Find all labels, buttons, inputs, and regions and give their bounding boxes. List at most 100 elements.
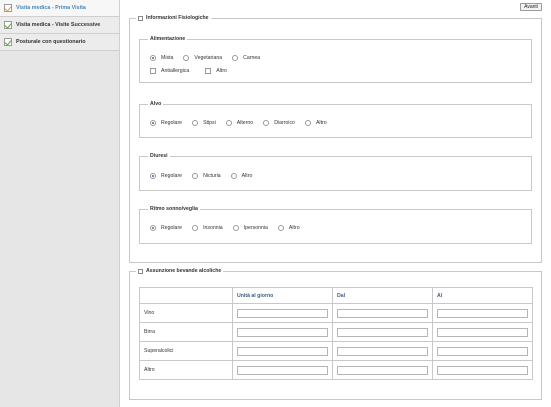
- radio-button[interactable]: [232, 225, 239, 231]
- collapse-toggle-icon[interactable]: [138, 268, 143, 274]
- next-button[interactable]: Avanti: [520, 3, 542, 11]
- alimentazione-legend: Alimentazione: [150, 36, 186, 42]
- sidebar-item-visite-successive[interactable]: Visita medica - Visite Successive: [0, 17, 119, 34]
- checkbox-antiallergica[interactable]: Antiallergica: [150, 68, 189, 74]
- table-header-row: Unità al giorno Dal Al: [139, 287, 533, 304]
- alimentazione-radio-row: Mista Vegetariana Carnea: [150, 55, 270, 61]
- column-header: Unità al giorno: [232, 287, 333, 304]
- sidebar-item-label: Posturale con questionario: [16, 39, 86, 45]
- radio-stipsi[interactable]: Stipsi: [192, 120, 216, 126]
- row-label: Altro: [139, 360, 233, 380]
- radio-button[interactable]: [277, 225, 284, 231]
- radio-button[interactable]: [304, 120, 311, 126]
- units-input[interactable]: [237, 308, 328, 318]
- to-input[interactable]: [437, 308, 528, 318]
- diuresi-legend: Diuresi: [150, 153, 168, 159]
- checkbox[interactable]: [150, 68, 156, 74]
- to-input[interactable]: [437, 346, 528, 356]
- radio-label: Altro: [315, 120, 327, 126]
- sonno-legend: Ritmo sonno/veglia: [150, 206, 198, 212]
- radio-label: Regolare: [161, 120, 183, 126]
- beverages-legend: Assunzione bevande alcoliche: [136, 268, 223, 274]
- radio-button[interactable]: [232, 55, 239, 61]
- to-input[interactable]: [437, 327, 528, 337]
- diuresi-radio-row: Regolare Nicturia Altro: [150, 173, 262, 179]
- table-cell: [332, 303, 433, 323]
- alimentazione-check-row: Antiallergica Altro: [150, 68, 237, 74]
- radio-diarroico[interactable]: Diarroico: [263, 120, 295, 126]
- radio-nicturia[interactable]: Nicturia: [192, 173, 221, 179]
- table-row: Superalcolici: [139, 341, 533, 361]
- sonno-radio-row: Regolare Insonnia Ipersonnia Altro: [150, 225, 310, 231]
- table-cell: [432, 303, 533, 323]
- radio-carnea[interactable]: Carnea: [232, 55, 260, 61]
- radio-button[interactable]: [225, 120, 232, 126]
- collapse-toggle-icon[interactable]: [138, 15, 143, 21]
- row-label: Vino: [139, 303, 233, 323]
- radio-button[interactable]: [150, 225, 156, 231]
- table-cell: [232, 303, 333, 323]
- sidebar: Visita medica - Prima Visita Visita medi…: [0, 0, 120, 407]
- table-cell: [432, 341, 533, 361]
- radio-button[interactable]: [183, 55, 190, 61]
- from-input[interactable]: [337, 327, 428, 337]
- radio-label: Alterno: [236, 120, 254, 126]
- radio-label: Nicturia: [203, 173, 221, 179]
- radio-regolare[interactable]: Regolare: [150, 225, 182, 231]
- alvo-legend: Alvo: [150, 101, 162, 107]
- radio-button[interactable]: [150, 173, 156, 179]
- checkbox[interactable]: [205, 68, 212, 74]
- sidebar-item-prima-visita[interactable]: Visita medica - Prima Visita: [0, 0, 119, 17]
- radio-label: Altro: [241, 173, 253, 179]
- column-header: Dal: [332, 287, 433, 304]
- radio-regolare[interactable]: Regolare: [150, 173, 182, 179]
- table-row: Birra: [139, 322, 533, 342]
- table-cell: [332, 341, 433, 361]
- beverages-table: Unità al giorno Dal Al Vino Birra Supera…: [139, 287, 533, 380]
- table-cell: [232, 322, 333, 342]
- checkbox-label: Altro: [216, 68, 227, 74]
- radio-mista[interactable]: Mista: [150, 55, 173, 61]
- column-header-empty: [139, 287, 233, 304]
- radio-button[interactable]: [150, 55, 156, 61]
- radio-insonnia[interactable]: Insonnia: [192, 225, 223, 231]
- sidebar-item-posturale[interactable]: Posturale con questionario: [0, 34, 119, 51]
- table-cell: [332, 360, 433, 380]
- sidebar-item-label: Visita medica - Prima Visita: [16, 5, 86, 11]
- from-input[interactable]: [337, 346, 428, 356]
- row-label: Birra: [139, 322, 233, 342]
- table-cell: [232, 360, 333, 380]
- table-cell: [432, 322, 533, 342]
- units-input[interactable]: [237, 327, 328, 337]
- checkbox-label: Antiallergica: [161, 68, 190, 74]
- radio-regolare[interactable]: Regolare: [150, 120, 182, 126]
- radio-label: Altro: [288, 225, 300, 231]
- from-input[interactable]: [337, 308, 428, 318]
- radio-button[interactable]: [230, 173, 237, 179]
- radio-button[interactable]: [192, 120, 199, 126]
- from-input[interactable]: [337, 365, 428, 375]
- beverages-title: Assunzione bevande alcoliche: [146, 268, 222, 274]
- physiology-title: Informazioni Fisiologiche: [146, 15, 209, 21]
- radio-alterno[interactable]: Alterno: [225, 120, 254, 126]
- radio-button[interactable]: [192, 173, 199, 179]
- units-input[interactable]: [237, 346, 328, 356]
- table-row: Altro: [139, 360, 533, 380]
- row-label: Superalcolici: [139, 341, 233, 361]
- radio-altro[interactable]: Altro: [277, 225, 300, 231]
- radio-vegetariana[interactable]: Vegetariana: [183, 55, 222, 61]
- radio-label: Stipsi: [203, 120, 216, 126]
- radio-ipersonnia[interactable]: Ipersonnia: [232, 225, 268, 231]
- radio-altro[interactable]: Altro: [304, 120, 327, 126]
- table-cell: [332, 322, 433, 342]
- radio-button[interactable]: [192, 225, 199, 231]
- radio-label: Vegetariana: [194, 55, 223, 61]
- radio-altro[interactable]: Altro: [230, 173, 253, 179]
- checkbox-altro[interactable]: Altro: [205, 68, 227, 74]
- radio-button[interactable]: [263, 120, 270, 126]
- radio-button[interactable]: [150, 120, 156, 126]
- column-header: Al: [432, 287, 533, 304]
- to-input[interactable]: [437, 365, 528, 375]
- alvo-radio-row: Regolare Stipsi Alterno Diarroico Altro: [150, 120, 337, 126]
- units-input[interactable]: [237, 365, 328, 375]
